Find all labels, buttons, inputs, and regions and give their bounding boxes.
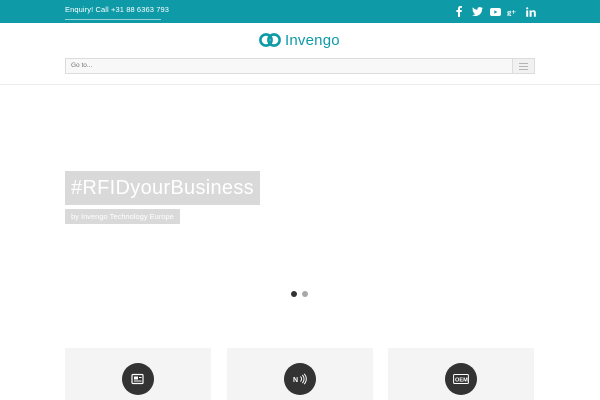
feature-box-3[interactable]: OEM — [388, 348, 534, 400]
linkedin-icon[interactable] — [524, 4, 538, 19]
oem-icon: OEM — [445, 363, 477, 395]
card-reader-icon — [122, 363, 154, 395]
nfc-icon: N — [284, 363, 316, 395]
feature-box-1[interactable] — [65, 348, 211, 400]
hamburger-icon[interactable] — [512, 59, 534, 73]
svg-text:N: N — [293, 377, 298, 384]
svg-text:g+: g+ — [507, 7, 516, 16]
twitter-icon[interactable] — [470, 4, 484, 19]
svg-text:OEM: OEM — [455, 378, 468, 384]
site-header: Invengo Go to... — [0, 23, 600, 85]
hero-slider: #RFIDyourBusiness by Invengo Technology … — [0, 85, 600, 313]
feature-box-2[interactable]: N — [227, 348, 373, 400]
facebook-icon[interactable] — [452, 4, 466, 19]
invengo-logo-icon — [259, 33, 281, 47]
google-plus-icon[interactable]: g+ — [506, 4, 520, 19]
slider-dot-1[interactable] — [291, 291, 297, 297]
slider-dot-2[interactable] — [302, 291, 308, 297]
hero-title: #RFIDyourBusiness — [65, 171, 260, 205]
top-bar: Enquiry! Call +31 88 6363 793 g+ — [0, 0, 600, 23]
mobile-nav-select[interactable]: Go to... — [65, 58, 535, 74]
enquiry-phone-link[interactable]: Enquiry! Call +31 88 6363 793 — [65, 5, 169, 14]
youtube-icon[interactable] — [488, 4, 502, 19]
nav-select-placeholder: Go to... — [71, 62, 93, 69]
invengo-logo[interactable]: Invengo — [259, 31, 340, 49]
logo-wordmark: Invengo — [285, 31, 340, 49]
hero-subtitle: by Invengo Technology Europe — [65, 209, 180, 224]
enquiry-underline — [65, 19, 161, 20]
